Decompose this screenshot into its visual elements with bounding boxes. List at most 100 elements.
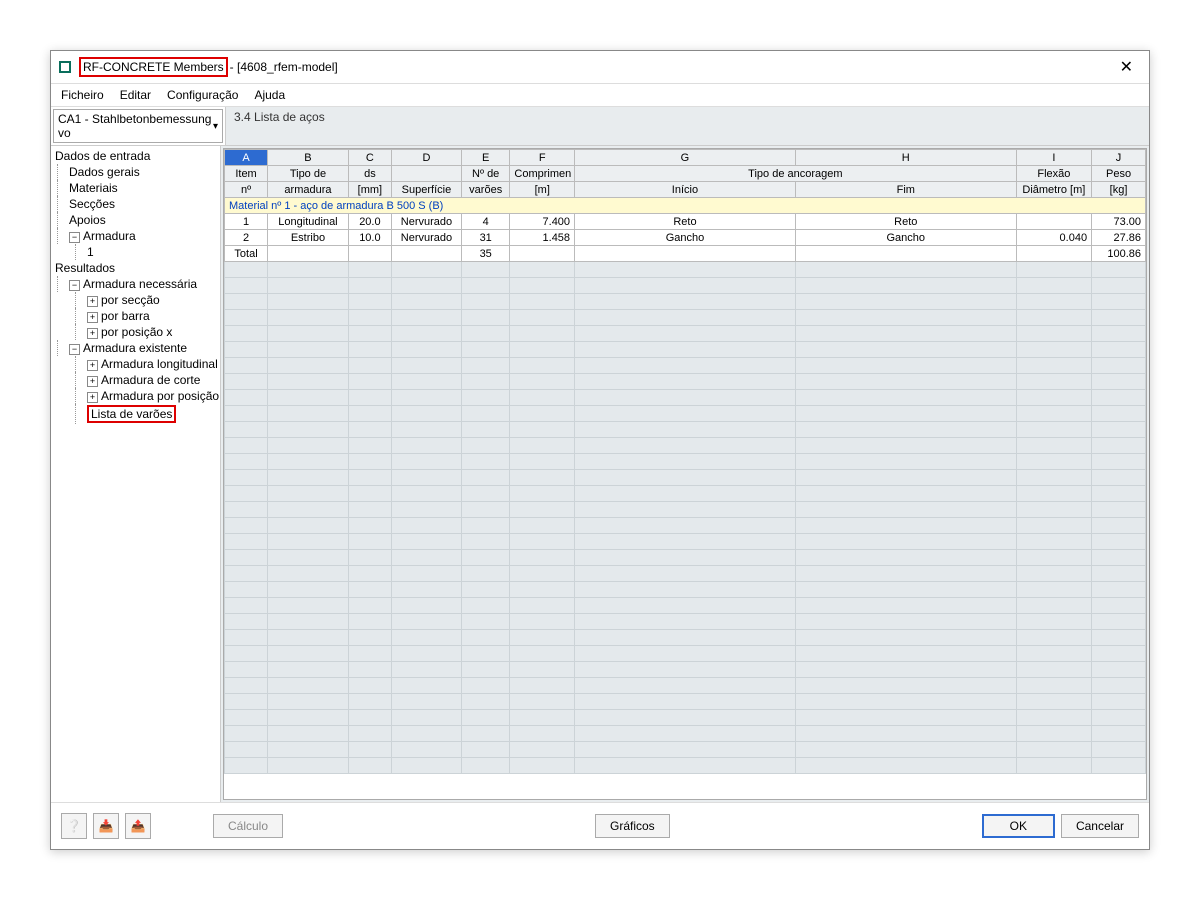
expand-icon[interactable]: + bbox=[87, 360, 98, 371]
table-row[interactable] bbox=[225, 278, 1146, 294]
table-row[interactable] bbox=[225, 262, 1146, 278]
close-icon[interactable]: ✕ bbox=[1112, 57, 1141, 77]
tree-seccoes[interactable]: Secções bbox=[51, 196, 220, 212]
table-row[interactable] bbox=[225, 726, 1146, 742]
tree-materiais[interactable]: Materiais bbox=[51, 180, 220, 196]
main-area: A B C D E F G H I J Item bbox=[221, 146, 1149, 802]
footer: ❔ 📥 📤 Cálculo Gráficos OK Cancelar bbox=[51, 802, 1149, 849]
table-row[interactable]: 2Estribo10.0Nervurado311.458GanchoGancho… bbox=[225, 230, 1146, 246]
export-button[interactable]: 📤 bbox=[125, 813, 151, 839]
table-row[interactable] bbox=[225, 582, 1146, 598]
header-row-1: Item Tipo de ds Nº de Comprimen Tipo de … bbox=[225, 166, 1146, 182]
expand-icon[interactable]: + bbox=[87, 392, 98, 403]
table-row[interactable] bbox=[225, 614, 1146, 630]
table-row[interactable] bbox=[225, 422, 1146, 438]
table-row[interactable] bbox=[225, 598, 1146, 614]
table-row[interactable] bbox=[225, 646, 1146, 662]
table-row[interactable] bbox=[225, 454, 1146, 470]
table-row[interactable] bbox=[225, 438, 1146, 454]
tree-arm-corte[interactable]: +Armadura de corte bbox=[51, 372, 220, 388]
col-B[interactable]: B bbox=[268, 150, 349, 166]
tree-armadura-1[interactable]: 1 bbox=[51, 244, 220, 260]
col-G[interactable]: G bbox=[575, 150, 796, 166]
tree-dados-gerais[interactable]: Dados gerais bbox=[51, 164, 220, 180]
graphs-button[interactable]: Gráficos bbox=[595, 814, 670, 838]
chevron-down-icon: ▾ bbox=[213, 121, 218, 132]
table-row[interactable] bbox=[225, 406, 1146, 422]
tree-header-results: Resultados bbox=[51, 260, 220, 276]
col-I[interactable]: I bbox=[1016, 150, 1091, 166]
table-row[interactable] bbox=[225, 678, 1146, 694]
material-row: Material nº 1 - aço de armadura B 500 S … bbox=[225, 198, 1146, 214]
col-J[interactable]: J bbox=[1092, 150, 1146, 166]
tree-por-posx[interactable]: +por posição x bbox=[51, 324, 220, 340]
table-row[interactable] bbox=[225, 486, 1146, 502]
case-select[interactable]: CA1 - Stahlbetonbemessung vo ▾ bbox=[53, 109, 223, 143]
table-row[interactable] bbox=[225, 550, 1146, 566]
ok-button[interactable]: OK bbox=[982, 814, 1055, 838]
tree-lista-varoes[interactable]: Lista de varões bbox=[51, 404, 220, 424]
table-row[interactable] bbox=[225, 294, 1146, 310]
tree-armadura[interactable]: −Armadura bbox=[51, 228, 220, 244]
expand-icon[interactable]: + bbox=[87, 296, 98, 307]
menu-config[interactable]: Configuração bbox=[167, 88, 238, 102]
tree-por-seccao[interactable]: +por secção bbox=[51, 292, 220, 308]
menu-file[interactable]: Ficheiro bbox=[61, 88, 104, 102]
tree-arm-long[interactable]: +Armadura longitudinal bbox=[51, 356, 220, 372]
table-row[interactable] bbox=[225, 662, 1146, 678]
tree-arm-posx[interactable]: +Armadura por posição x bbox=[51, 388, 220, 404]
table-row[interactable] bbox=[225, 390, 1146, 406]
tree-arm-exist[interactable]: −Armadura existente bbox=[51, 340, 220, 356]
table-row[interactable]: 1Longitudinal20.0Nervurado47.400RetoReto… bbox=[225, 214, 1146, 230]
app-window: RF-CONCRETE Members - [4608_rfem-model] … bbox=[50, 50, 1150, 850]
table-row[interactable] bbox=[225, 502, 1146, 518]
expand-icon[interactable]: + bbox=[87, 312, 98, 323]
cancel-button[interactable]: Cancelar bbox=[1061, 814, 1139, 838]
col-F[interactable]: F bbox=[510, 150, 575, 166]
tree-arm-nec[interactable]: −Armadura necessária bbox=[51, 276, 220, 292]
grid-wrap: A B C D E F G H I J Item bbox=[223, 148, 1147, 800]
calc-button[interactable]: Cálculo bbox=[213, 814, 283, 838]
table-row[interactable] bbox=[225, 310, 1146, 326]
table-row[interactable] bbox=[225, 374, 1146, 390]
table-row[interactable] bbox=[225, 470, 1146, 486]
help-button[interactable]: ❔ bbox=[61, 813, 87, 839]
import-button[interactable]: 📥 bbox=[93, 813, 119, 839]
header-row-2: nº armadura [mm] Superfície varões [m] I… bbox=[225, 182, 1146, 198]
table-row[interactable] bbox=[225, 630, 1146, 646]
table-row[interactable] bbox=[225, 534, 1146, 550]
expand-icon[interactable]: + bbox=[87, 328, 98, 339]
menubar: Ficheiro Editar Configuração Ajuda bbox=[51, 84, 1149, 107]
tree-header-input: Dados de entrada bbox=[51, 148, 220, 164]
table-row[interactable] bbox=[225, 710, 1146, 726]
table-row[interactable] bbox=[225, 358, 1146, 374]
collapse-icon[interactable]: − bbox=[69, 232, 80, 243]
nav-tree: Dados de entrada Dados gerais Materiais … bbox=[51, 148, 220, 424]
tree-por-barra[interactable]: +por barra bbox=[51, 308, 220, 324]
table-row[interactable] bbox=[225, 694, 1146, 710]
col-E[interactable]: E bbox=[461, 150, 509, 166]
collapse-icon[interactable]: − bbox=[69, 280, 80, 291]
expand-icon[interactable]: + bbox=[87, 376, 98, 387]
app-title: RF-CONCRETE Members bbox=[79, 57, 228, 77]
tree-apoios[interactable]: Apoios bbox=[51, 212, 220, 228]
table-row[interactable] bbox=[225, 518, 1146, 534]
col-H[interactable]: H bbox=[795, 150, 1016, 166]
col-D[interactable]: D bbox=[391, 150, 461, 166]
toolbar-row: CA1 - Stahlbetonbemessung vo ▾ 3.4 Lista… bbox=[51, 107, 1149, 146]
table-row[interactable] bbox=[225, 758, 1146, 774]
col-C[interactable]: C bbox=[348, 150, 391, 166]
section-title: 3.4 Lista de aços bbox=[225, 107, 1149, 145]
table-row[interactable] bbox=[225, 342, 1146, 358]
col-letters-row: A B C D E F G H I J bbox=[225, 150, 1146, 166]
menu-edit[interactable]: Editar bbox=[120, 88, 151, 102]
collapse-icon[interactable]: − bbox=[69, 344, 80, 355]
menu-help[interactable]: Ajuda bbox=[254, 88, 285, 102]
table-row[interactable] bbox=[225, 566, 1146, 582]
col-A[interactable]: A bbox=[225, 150, 268, 166]
table-row[interactable]: Total35100.86 bbox=[225, 246, 1146, 262]
titlebar: RF-CONCRETE Members - [4608_rfem-model] … bbox=[51, 51, 1149, 84]
doc-title: - [4608_rfem-model] bbox=[230, 60, 338, 74]
table-row[interactable] bbox=[225, 742, 1146, 758]
table-row[interactable] bbox=[225, 326, 1146, 342]
